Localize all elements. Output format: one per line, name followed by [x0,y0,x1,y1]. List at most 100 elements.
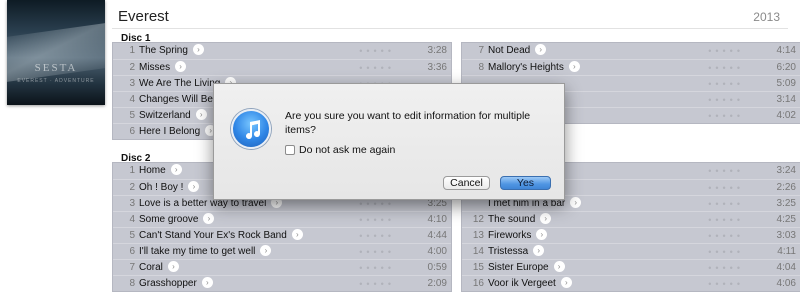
track-duration: 3:14 [776,94,796,105]
rating-dots[interactable]: ••••• [708,60,744,76]
track-duration: 2:09 [427,278,447,289]
track-name: The sound › [488,212,552,228]
track-title: Coral [139,262,163,273]
track-duration: 0:59 [427,262,447,273]
track-name: The Spring › [139,43,204,59]
track-row[interactable]: 8 Mallory's Heights › ••••• 6:20 [462,59,800,75]
track-row[interactable]: 6 I'll take my time to get well › ••••• 4:00 [113,243,451,259]
go-arrow-icon[interactable]: › [536,229,548,240]
track-duration: 4:25 [776,214,796,225]
track-name: Can't Stand Your Ex's Rock Band › [139,228,303,244]
rating-dots[interactable]: ••••• [359,260,395,276]
rating-dots[interactable]: ••••• [708,180,744,196]
track-number: 7 [129,262,135,273]
track-number: 3 [129,198,135,209]
track-title: Grasshopper [139,278,197,289]
track-name: Some groove › [139,212,215,228]
confirm-edit-dialog: Are you sure you want to edit informatio… [213,83,565,200]
go-arrow-icon[interactable]: › [291,229,303,240]
track-row[interactable]: 4 Some groove › ••••• 4:10 [113,211,451,227]
album-art-sub-text: EVEREST · ADVENTURE [17,78,95,84]
rating-dots[interactable]: ••••• [708,108,744,124]
track-row[interactable]: 8 Grasshopper › ••••• 2:09 [113,275,451,291]
track-title: Sister Europe [488,262,549,273]
track-duration: 3:28 [427,45,447,56]
track-name: Fireworks › [488,228,548,244]
track-row[interactable]: 16 Voor ik Vergeet › ••••• 4:06 [462,275,800,291]
track-row[interactable]: 15 Sister Europe › ••••• 4:04 [462,259,800,275]
track-row[interactable]: 2 Misses › ••••• 3:36 [113,59,451,75]
go-arrow-icon[interactable]: › [188,181,200,192]
track-duration: 4:11 [777,246,796,257]
yes-button[interactable]: Yes [500,176,551,190]
rating-dots[interactable]: ••••• [708,228,744,244]
track-name: Tristessa › [488,244,545,260]
track-row[interactable]: 12 The sound › ••••• 4:25 [462,211,800,227]
track-row[interactable]: 14 Tristessa › ••••• 4:11 [462,243,800,259]
track-number: 1 [129,165,135,176]
track-title: Can't Stand Your Ex's Rock Band [139,230,287,241]
track-duration: 3:03 [776,230,796,241]
track-title: Changes Will Be L [139,94,222,105]
rating-dots[interactable]: ••••• [359,60,395,76]
track-name: Oh ! Boy ! › [139,180,200,196]
go-arrow-icon[interactable]: › [192,44,204,55]
rating-dots[interactable]: ••••• [708,244,744,260]
go-arrow-icon[interactable]: › [170,164,182,175]
checkbox-box[interactable] [285,145,295,155]
track-row[interactable]: 13 Fireworks › ••••• 3:03 [462,227,800,243]
track-title: The Spring [139,45,188,56]
go-arrow-icon[interactable]: › [175,61,187,72]
cancel-button[interactable]: Cancel [443,176,490,190]
go-arrow-icon[interactable]: › [533,245,545,256]
rating-dots[interactable]: ••••• [359,276,395,292]
track-title: Some groove [139,214,199,225]
track-name: Sister Europe › [488,260,565,276]
go-arrow-icon[interactable]: › [540,213,552,224]
rating-dots[interactable]: ••••• [708,212,744,228]
do-not-ask-checkbox[interactable]: Do not ask me again [285,144,395,156]
track-duration: 4:04 [776,262,796,273]
track-title: Switzerland [139,110,191,121]
track-name: Here I Belong › [139,124,217,140]
go-arrow-icon[interactable]: › [201,277,213,288]
go-arrow-icon[interactable]: › [535,44,547,55]
track-title: We Are The Living [139,78,221,89]
track-number: 5 [129,230,135,241]
track-row[interactable]: 5 Can't Stand Your Ex's Rock Band › ••••• 4:… [113,227,451,243]
go-arrow-icon[interactable]: › [570,197,582,208]
track-number: 15 [472,262,484,273]
go-arrow-icon[interactable]: › [260,245,272,256]
track-duration: 4:06 [776,278,796,289]
rating-dots[interactable]: ••••• [708,163,744,179]
track-row[interactable]: 7 Coral › ••••• 0:59 [113,259,451,275]
track-row[interactable]: 1 The Spring › ••••• 3:28 [113,43,451,59]
go-arrow-icon[interactable]: › [568,61,580,72]
rating-dots[interactable]: ••••• [708,92,744,108]
rating-dots[interactable]: ••••• [359,244,395,260]
track-name: Coral › [139,260,179,276]
rating-dots[interactable]: ••••• [359,212,395,228]
checkbox-label: Do not ask me again [299,144,396,156]
track-number: 14 [472,246,484,257]
track-duration: 4:02 [776,110,796,121]
go-arrow-icon[interactable]: › [203,213,215,224]
rating-dots[interactable]: ••••• [708,196,744,212]
go-arrow-icon[interactable]: › [560,277,572,288]
track-title: Tristessa [488,246,529,257]
go-arrow-icon[interactable]: › [195,109,207,120]
rating-dots[interactable]: ••••• [359,43,395,59]
track-row[interactable]: 7 Not Dead › ••••• 4:14 [462,43,800,59]
rating-dots[interactable]: ••••• [359,228,395,244]
header-divider [112,28,788,29]
go-arrow-icon[interactable]: › [553,261,565,272]
rating-dots[interactable]: ••••• [708,43,744,59]
album-art: SESTA EVEREST · ADVENTURE [7,0,105,105]
rating-dots[interactable]: ••••• [708,76,744,92]
album-art-mountain [7,21,105,84]
track-duration: 4:00 [427,246,447,257]
go-arrow-icon[interactable]: › [167,261,179,272]
rating-dots[interactable]: ••••• [708,260,744,276]
rating-dots[interactable]: ••••• [708,276,744,292]
track-number: 2 [129,62,135,73]
